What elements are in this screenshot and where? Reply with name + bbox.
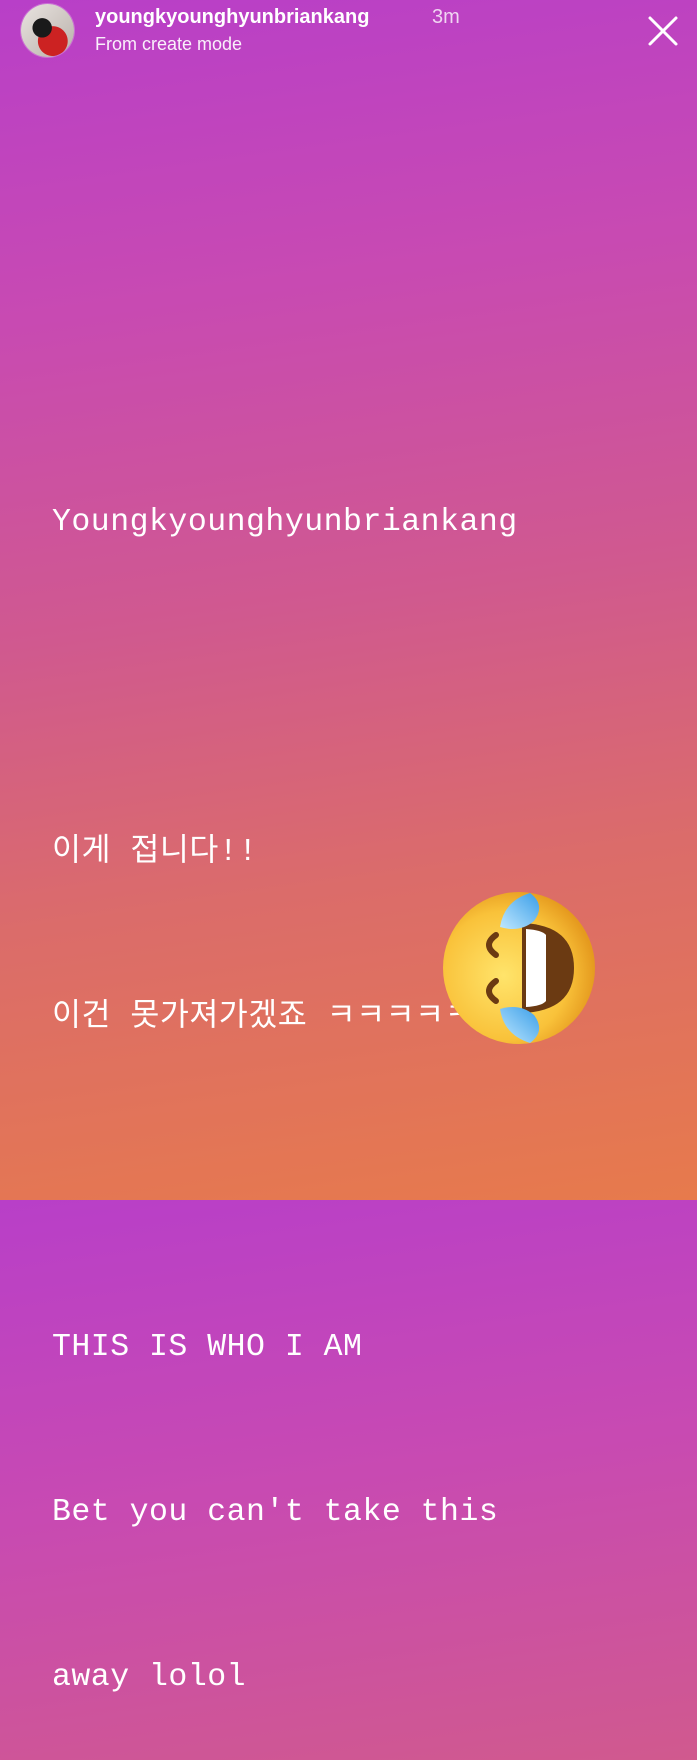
story-line: Bet you can't take this [52,1495,499,1530]
post-time: 3m [432,6,460,28]
story-text-block: Youngkyounghyunbriankang 이게 접니다!! 이건 못가져… [52,385,518,1760]
face-with-tears-of-joy-emoji[interactable] [434,883,604,1053]
story-line: THIS IS WHO I AM [52,1330,363,1365]
story-line: 이게 접니다!! [52,835,258,870]
story-line: Youngkyounghyunbriankang [52,505,518,540]
avatar[interactable] [21,4,74,57]
username[interactable]: youngkyounghyunbriankang [95,6,369,29]
story-header: youngkyounghyunbriankang 3m From create … [0,0,697,70]
story-subtitle: From create mode [95,34,243,54]
story-line: away lolol [52,1660,247,1695]
close-icon[interactable] [642,10,684,52]
